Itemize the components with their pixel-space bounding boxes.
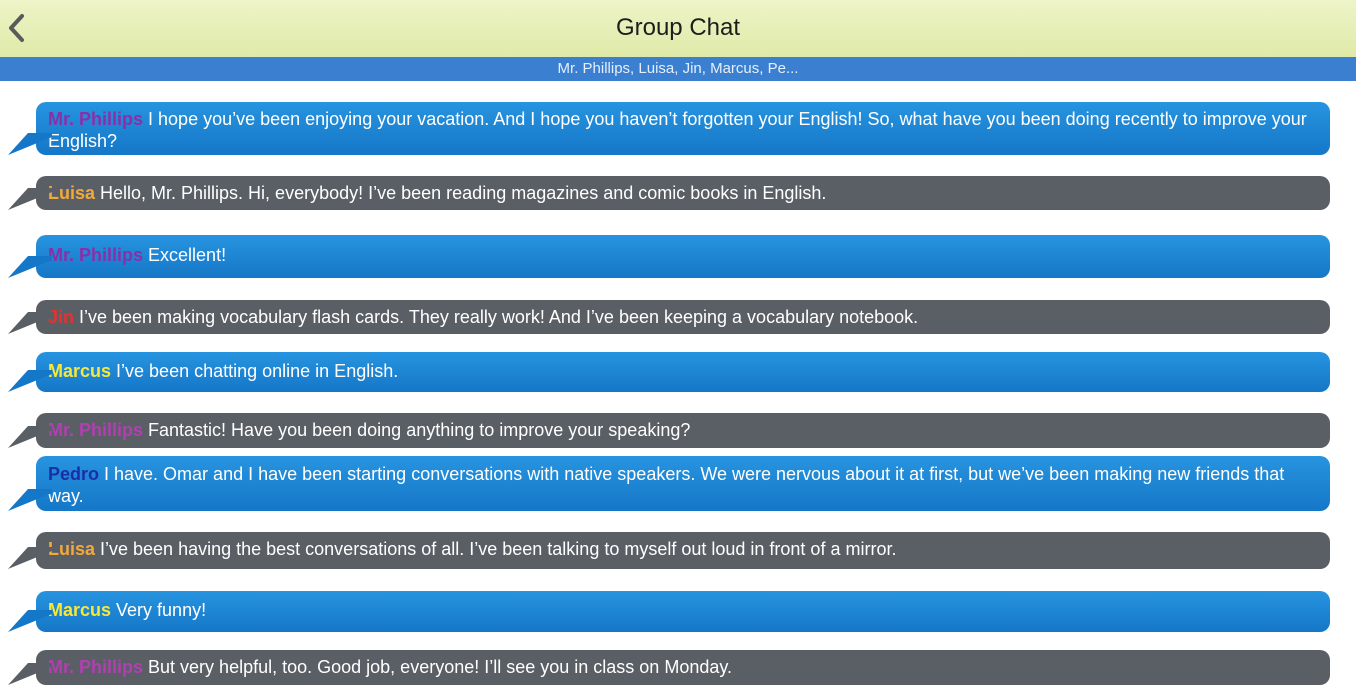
message-bubble: Mr. Phillips But very helpful, too. Good … <box>8 650 1330 685</box>
message-text: Hello, Mr. Phillips. Hi, everybody! I’ve… <box>100 183 827 203</box>
message-bubble: Marcus Very funny! <box>8 591 1330 632</box>
message-bubble: Jin I’ve been making vocabulary flash car… <box>8 300 1330 334</box>
message-text: Excellent! <box>148 245 227 265</box>
message-bubble: Mr. Phillips Fantastic! Have you been doi… <box>8 413 1330 448</box>
message-sender: Luisa <box>48 539 96 559</box>
message-text: I’ve been making vocabulary flash cards.… <box>79 307 919 327</box>
message-sender: Marcus <box>48 600 112 620</box>
message-sender: Mr. Phillips <box>48 420 144 440</box>
message-text: But very helpful, too. Good job, everyon… <box>148 657 733 677</box>
message-bubble: Luisa Hello, Mr. Phillips. Hi, everybody!… <box>8 176 1330 210</box>
message-sender: Pedro <box>48 464 100 484</box>
message-text: I’ve been chatting online in English. <box>116 361 399 381</box>
message-text: I’ve been having the best conversations … <box>100 539 897 559</box>
participants-list[interactable]: Mr. Phillips, Luisa, Jin, Marcus, Pe... <box>0 60 1356 77</box>
message-text: Very funny! <box>116 600 207 620</box>
message-sender: Mr. Phillips <box>48 657 144 677</box>
message-sender: Mr. Phillips <box>48 245 144 265</box>
message-sender: Mr. Phillips <box>48 109 144 129</box>
header-bar: Group Chat <box>0 0 1356 57</box>
message-bubble: Mr. Phillips I hope you’ve been enjoying … <box>8 102 1330 155</box>
message-bubble: Pedro I have. Omar and I have been starti… <box>8 456 1330 511</box>
message-bubble: Luisa I’ve been having the best conversat… <box>8 532 1330 569</box>
message-text: I have. Omar and I have been starting co… <box>48 464 1285 506</box>
message-sender: Marcus <box>48 361 112 381</box>
message-bubble: Marcus I’ve been chatting online in Engli… <box>8 352 1330 392</box>
message-list: Mr. Phillips I hope you’ve been enjoying … <box>0 81 1356 685</box>
message-text: I hope you’ve been enjoying your vacatio… <box>48 109 1307 151</box>
page-title: Group Chat <box>615 14 741 41</box>
message-sender: Luisa <box>48 183 96 203</box>
message-text: Fantastic! Have you been doing anything … <box>148 420 691 440</box>
participants-bar: Mr. Phillips, Luisa, Jin, Marcus, Pe... <box>0 57 1356 81</box>
message-bubble: Mr. Phillips Excellent! <box>8 235 1330 278</box>
